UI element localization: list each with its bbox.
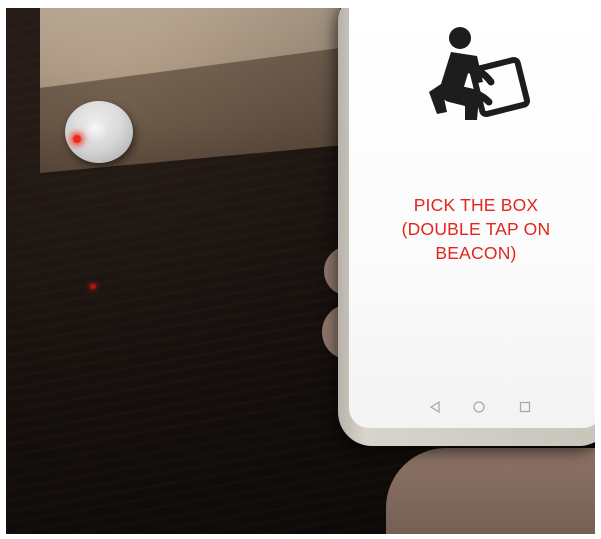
home-circle-icon[interactable]: [471, 400, 487, 416]
instruction-line-2: (DOUBLE TAP ON: [401, 219, 551, 239]
hand-palm: [386, 448, 595, 534]
instruction-text: PICK THE BOX (DOUBLE TAP ON BEACON): [349, 193, 595, 265]
phone-screen: PICK THE BOX (DOUBLE TAP ON BEACON): [349, 8, 595, 428]
smartphone: PICK THE BOX (DOUBLE TAP ON BEACON): [338, 8, 595, 446]
photo-scene: PICK THE BOX (DOUBLE TAP ON BEACON): [6, 8, 595, 534]
instruction-line-1: PICK THE BOX: [413, 195, 539, 215]
instruction-line-3: BEACON): [435, 243, 517, 263]
back-triangle-icon[interactable]: [427, 400, 443, 416]
recents-square-icon[interactable]: [517, 400, 533, 416]
person-lifting-box-icon: [429, 27, 531, 120]
navigation-bar: [349, 396, 595, 422]
